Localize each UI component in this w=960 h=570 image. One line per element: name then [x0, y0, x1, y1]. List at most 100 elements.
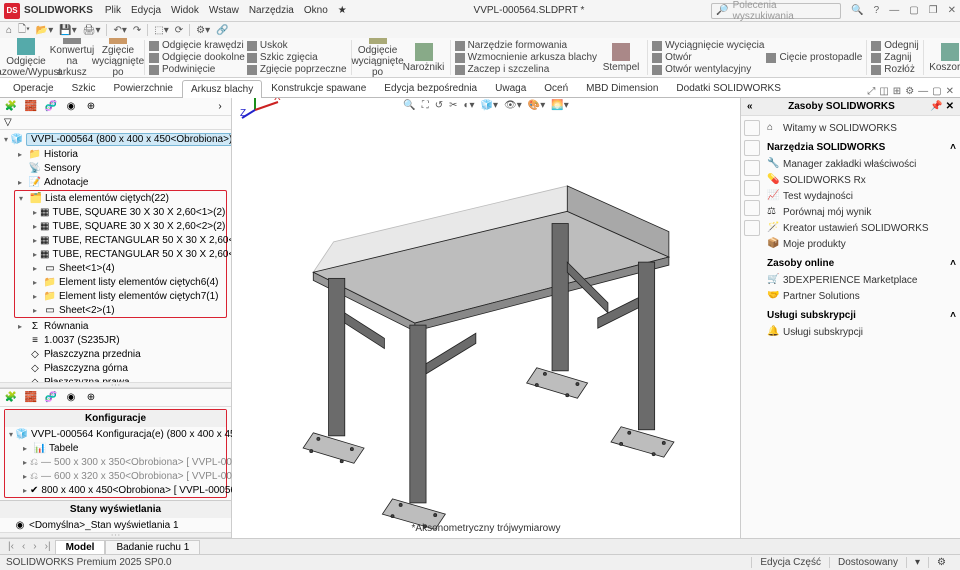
save-icon[interactable]: 💾▾: [59, 25, 76, 36]
cross-break-button[interactable]: Zgięcie poprzeczne: [247, 64, 347, 75]
menu-star-icon[interactable]: ★: [338, 5, 347, 16]
settings-icon[interactable]: ⚙: [905, 86, 914, 97]
tree-root[interactable]: ▾ 🧊 VVPL-000564 (800 x 400 x 450<Obrobio…: [0, 132, 231, 147]
print-icon[interactable]: 🖨▾: [83, 25, 101, 36]
minimize-icon[interactable]: —: [889, 5, 899, 16]
status-unit-icon[interactable]: ▾: [906, 557, 928, 568]
sketched-bend-button[interactable]: Szkic zgięcia: [247, 52, 347, 63]
tab-nav-prev-icon[interactable]: ‹: [18, 541, 29, 552]
punch-button[interactable]: Stempel: [599, 43, 643, 73]
cfg-tab-property-icon[interactable]: 🧱: [24, 391, 38, 405]
open-icon[interactable]: 📂▾: [36, 25, 53, 36]
link-icon[interactable]: 🔗: [216, 25, 228, 36]
jog-button[interactable]: Uskok: [247, 40, 347, 51]
chevron-up-icon[interactable]: ˄: [950, 310, 956, 321]
command-search[interactable]: 🔎 Polecenia wyszukiwania: [711, 3, 841, 19]
rebuild-icon[interactable]: ⟳: [175, 25, 183, 36]
tree-plane-top[interactable]: ◇Płaszczyzna górna: [14, 361, 231, 375]
hole-button[interactable]: Otwór: [652, 52, 764, 63]
config-tables[interactable]: ▸📊Tabele: [19, 441, 226, 455]
close-panel-icon[interactable]: ✕: [946, 86, 954, 97]
menu-view[interactable]: Widok: [171, 5, 199, 16]
flatten-button[interactable]: Rozłóż: [871, 64, 918, 75]
tab-weldments[interactable]: Konstrukcje spawane: [262, 79, 375, 97]
minimize-panel-icon[interactable]: —: [918, 86, 928, 97]
nav-appearances-icon[interactable]: [744, 200, 760, 216]
menu-file[interactable]: Plik: [105, 5, 121, 16]
restore-panel-icon[interactable]: ▢: [932, 86, 941, 97]
cfg-tab-display-icon[interactable]: ◉: [64, 391, 78, 405]
nav-home-icon[interactable]: [744, 120, 760, 136]
help-icon[interactable]: ?: [874, 5, 880, 16]
tab-features[interactable]: Operacje: [4, 79, 63, 97]
tab-addins[interactable]: Dodatki SOLIDWORKS: [667, 79, 789, 97]
fm-tab-config-icon[interactable]: 🧬: [44, 100, 58, 114]
expand-icon[interactable]: ⤢: [867, 86, 875, 97]
welcome-link[interactable]: ⌂Witamy w SOLIDWORKS: [767, 120, 956, 136]
online-link[interactable]: 🛒3DEXPERIENCE Marketplace: [767, 272, 956, 288]
status-gear-icon[interactable]: ⚙: [928, 557, 954, 568]
bottom-tab-motion[interactable]: Badanie ruchu 1: [105, 540, 200, 554]
tree-plane-right[interactable]: ◇Płaszczyzna prawa: [14, 375, 231, 382]
tab-slot-button[interactable]: Zaczep i szczelina: [455, 64, 598, 75]
bottom-tab-model[interactable]: Model: [55, 540, 106, 554]
fold-button[interactable]: Zagnij: [871, 52, 918, 63]
forming-tool-button[interactable]: Narzędzie formowania: [455, 40, 598, 51]
cutlist-item[interactable]: ▸📁Element listy elementów ciętych7(1): [29, 289, 226, 303]
tool-link[interactable]: ⚖Porównaj mój wynik: [767, 204, 956, 220]
chevron-up-icon[interactable]: ˄: [950, 258, 956, 269]
cutlist-item[interactable]: ▸▭Sheet<2>(1): [29, 303, 226, 317]
magnify-icon[interactable]: 🔍: [851, 5, 863, 16]
subscription-link[interactable]: 🔔Usługi subskrypcji: [767, 324, 956, 340]
tab-sheetmetal[interactable]: Arkusz blachy: [182, 80, 262, 98]
online-link[interactable]: 🤝Partner Solutions: [767, 288, 956, 304]
close-icon[interactable]: ✕: [948, 5, 956, 16]
collapse-icon[interactable]: ▾: [4, 135, 8, 144]
tab-nav-next-icon[interactable]: ›: [29, 541, 40, 552]
tree-material[interactable]: ≡1.0037 (S235JR): [14, 333, 231, 347]
new-icon[interactable]: 🗋▾: [18, 22, 30, 39]
cutlist-item[interactable]: ▸▦TUBE, SQUARE 30 X 30 X 2,60<1>(2): [29, 205, 226, 219]
miter-flange-button[interactable]: Odgięcie dookolne: [149, 52, 245, 63]
tool-link[interactable]: 🔧Manager zakładki właściwości: [767, 156, 956, 172]
cutlist-item[interactable]: ▸▭Sheet<1>(4): [29, 261, 226, 275]
menu-tools[interactable]: Narzędzia: [249, 5, 294, 16]
config-item[interactable]: ▸⎌—500 x 300 x 350<Obrobiona> [ VVPL-000…: [19, 455, 226, 469]
hem-button[interactable]: Podwinięcie: [149, 64, 245, 75]
fm-tab-tree-icon[interactable]: 🧩: [4, 100, 18, 114]
tab-markup[interactable]: Uwaga: [486, 79, 535, 97]
config-root[interactable]: ▾🧊VVPL-000564 Konfiguracja(e) (800 x 400…: [5, 427, 226, 441]
chevron-left-icon[interactable]: «: [747, 101, 753, 112]
cfg-tab-tree-icon[interactable]: 🧩: [4, 391, 18, 405]
nav-properties-icon[interactable]: [744, 220, 760, 236]
cutlist-item[interactable]: ▸📁Element listy elementów ciętych6(4): [29, 275, 226, 289]
options-icon[interactable]: ⚙▾: [196, 25, 210, 36]
chevron-right-icon[interactable]: ›: [213, 100, 227, 114]
tree-sensors[interactable]: 📡Sensory: [14, 161, 231, 175]
nav-view-palette-icon[interactable]: [744, 180, 760, 196]
tab-surfaces[interactable]: Powierzchnie: [104, 79, 181, 97]
3d-viewport[interactable]: 🔍 ⛶ ↺ ✂ ◐▾ 🧊▾ 👁▾ 🎨▾ 🌅▾: [232, 98, 740, 538]
tab-nav-first-icon[interactable]: |‹: [4, 541, 18, 552]
undo-icon[interactable]: ↶▾: [113, 25, 126, 36]
edge-flange-button[interactable]: Odgięcie krawędzi: [149, 40, 245, 51]
config-item-active[interactable]: ▸✔800 x 400 x 450<Obrobiona> [ VVPL-0005…: [19, 483, 226, 497]
corners-button[interactable]: Narożniki: [402, 43, 446, 73]
restore-icon[interactable]: ❐: [929, 5, 938, 16]
cutlist-item[interactable]: ▸▦TUBE, RECTANGULAR 50 X 30 X 2,60<1>(4): [29, 233, 226, 247]
cutlist-item[interactable]: ▸▦TUBE, SQUARE 30 X 30 X 2,60<2>(2): [29, 219, 226, 233]
select-icon[interactable]: ⬚▾: [154, 25, 168, 36]
maximize-icon[interactable]: ▢: [909, 5, 918, 16]
fm-tab-dim-icon[interactable]: ⊕: [84, 100, 98, 114]
tree-cutlist-header[interactable]: ▾🗂️Lista elementów ciętych(22): [15, 191, 226, 205]
tool-link[interactable]: 💊SOLIDWORKS Rx: [767, 172, 956, 188]
nav-file-explorer-icon[interactable]: [744, 160, 760, 176]
layout-icon[interactable]: ◫: [879, 86, 888, 97]
lofted-bend-button[interactable]: Zgięcie wyciągniętepo profilach: [96, 38, 140, 78]
tree-history[interactable]: ▸📁Historia: [14, 147, 231, 161]
gusset-button[interactable]: Wzmocnienie arkusza blachy: [455, 52, 598, 63]
home-icon[interactable]: ⌂: [6, 25, 12, 36]
redo-icon[interactable]: ↷: [133, 25, 141, 36]
tab-nav-last-icon[interactable]: ›|: [41, 541, 55, 552]
tab-direct-edit[interactable]: Edycja bezpośrednia: [375, 79, 486, 97]
